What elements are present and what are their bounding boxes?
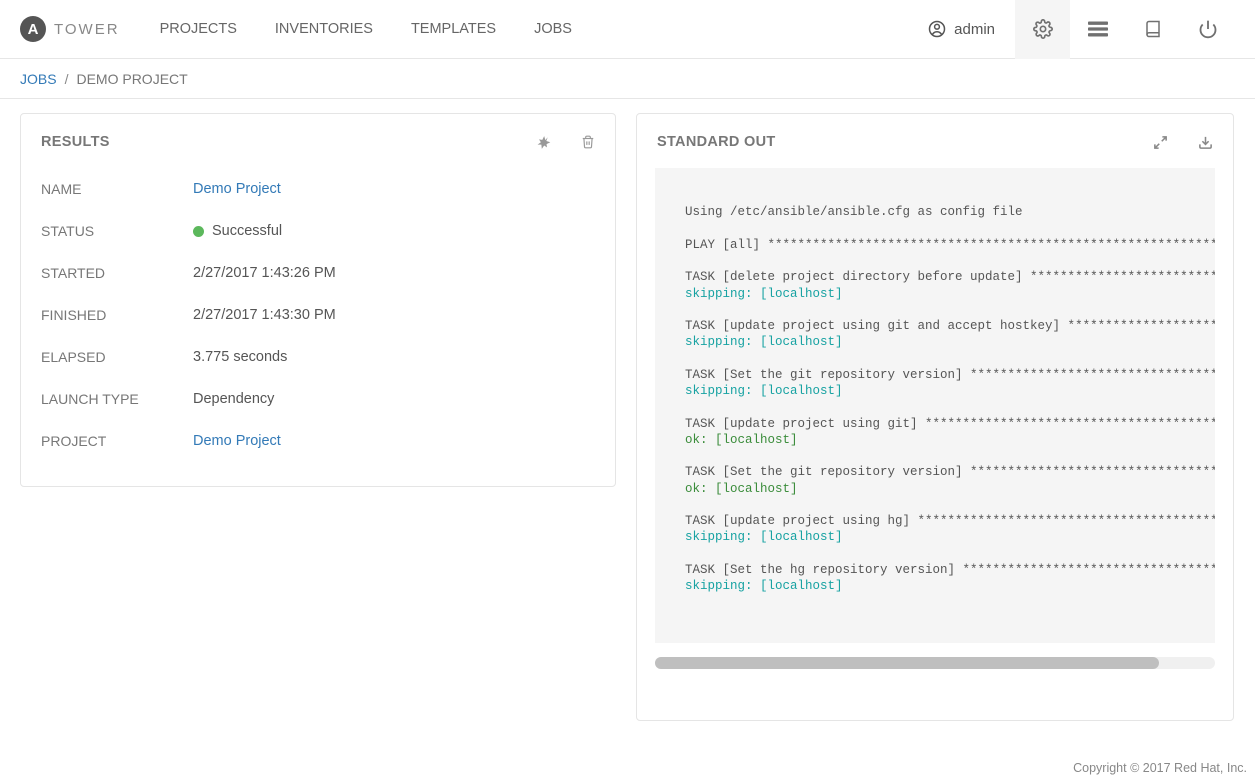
docs-icon[interactable] [1125,0,1180,59]
breadcrumb: JOBS / DEMO PROJECT [0,59,1255,99]
row-elapsed: ELAPSED 3.775 seconds [41,336,595,378]
value-started: 2/27/2017 1:43:26 PM [193,265,336,281]
results-actions [535,134,595,150]
brand-name: TOWER [54,21,120,38]
stdout-title: STANDARD OUT [657,134,776,150]
user-icon [928,20,946,38]
download-icon[interactable] [1198,135,1213,150]
breadcrumb-current: DEMO PROJECT [76,71,187,87]
value-project[interactable]: Demo Project [193,433,281,449]
username: admin [954,21,995,38]
label-launch-type: LAUNCH TYPE [41,391,193,407]
value-status: Successful [212,223,282,239]
settings-icon[interactable] [1015,0,1070,59]
label-project: PROJECT [41,433,193,449]
row-finished: FINISHED 2/27/2017 1:43:30 PM [41,294,595,336]
breadcrumb-parent[interactable]: JOBS [20,71,57,87]
label-status: STATUS [41,223,193,239]
row-launch-type: LAUNCH TYPE Dependency [41,378,595,420]
nav-projects[interactable]: PROJECTS [160,21,237,37]
stdout-hscroll[interactable] [655,657,1215,669]
row-project: PROJECT Demo Project [41,420,595,462]
main-nav: PROJECTS INVENTORIES TEMPLATES JOBS [160,21,572,37]
stdout-body[interactable]: Using /etc/ansible/ansible.cfg as config… [655,168,1215,643]
nav-inventories[interactable]: INVENTORIES [275,21,373,37]
header-right: admin [928,0,1235,59]
scroll-thumb[interactable] [655,657,1159,669]
content: RESULTS NAME Demo Project STATUS Success… [0,99,1255,721]
nav-templates[interactable]: TEMPLATES [411,21,496,37]
label-name: NAME [41,181,193,197]
brand-letter: A [28,21,39,38]
label-elapsed: ELAPSED [41,349,193,365]
label-started: STARTED [41,265,193,281]
main-header: A TOWER PROJECTS INVENTORIES TEMPLATES J… [0,0,1255,59]
row-name: NAME Demo Project [41,168,595,210]
delete-icon[interactable] [581,134,595,150]
stdout-panel: STANDARD OUT Using /etc/ansible/ansible.… [636,113,1234,721]
footer-copyright: Copyright © 2017 Red Hat, Inc. [1073,757,1247,779]
brand[interactable]: A TOWER [20,16,120,42]
results-table: NAME Demo Project STATUS Successful STAR… [21,164,615,486]
brand-logo: A [20,16,46,42]
portal-icon[interactable] [1070,0,1125,59]
value-name[interactable]: Demo Project [193,181,281,197]
label-finished: FINISHED [41,307,193,323]
logout-icon[interactable] [1180,0,1235,59]
expand-icon[interactable] [1153,135,1168,150]
status-dot-icon [193,226,204,237]
stdout-head: STANDARD OUT [637,114,1233,164]
nav-jobs[interactable]: JOBS [534,21,572,37]
results-head: RESULTS [21,114,615,164]
value-launch-type: Dependency [193,391,274,407]
row-status: STATUS Successful [41,210,595,252]
relaunch-icon[interactable] [535,134,551,150]
results-panel: RESULTS NAME Demo Project STATUS Success… [20,113,616,487]
user-menu[interactable]: admin [928,20,995,38]
row-started: STARTED 2/27/2017 1:43:26 PM [41,252,595,294]
value-elapsed: 3.775 seconds [193,349,287,365]
stdout-actions [1153,135,1213,150]
breadcrumb-sep: / [65,71,69,87]
results-title: RESULTS [41,134,110,150]
value-finished: 2/27/2017 1:43:30 PM [193,307,336,323]
